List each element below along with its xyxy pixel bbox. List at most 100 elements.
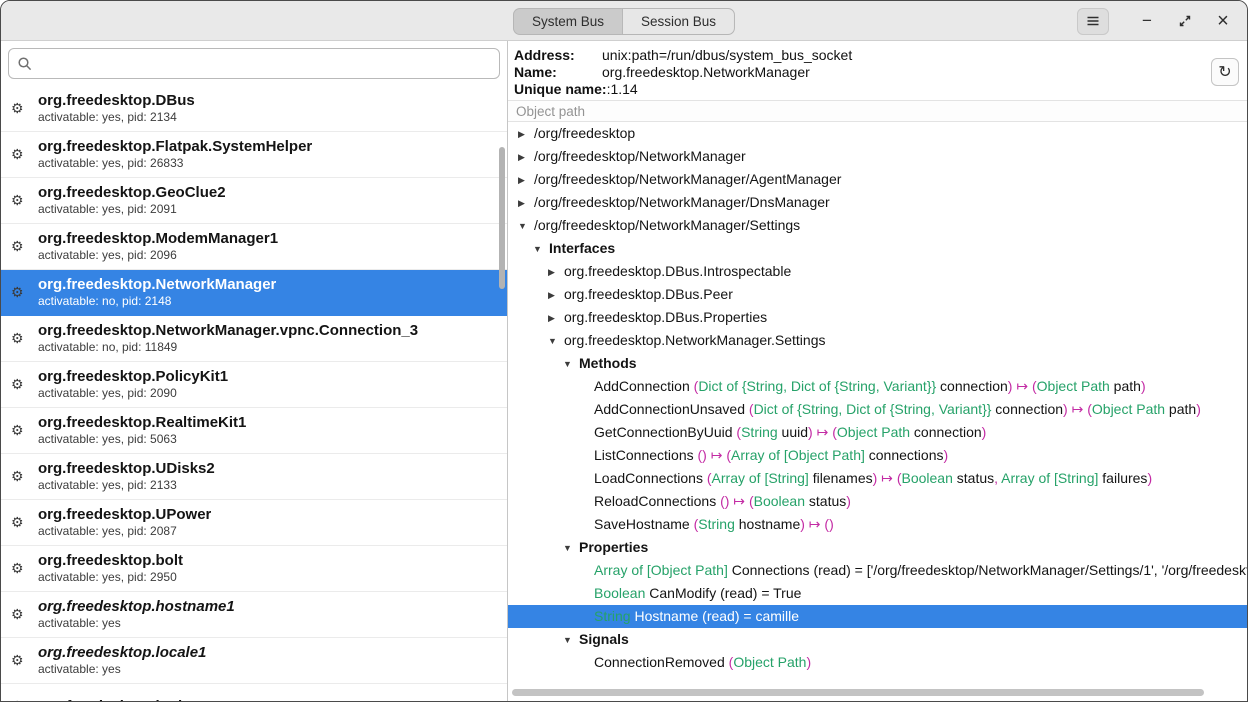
service-gear-icon: ⚙ — [11, 284, 29, 301]
service-item[interactable]: ⚙org.freedesktop.locale1activatable: yes — [1, 638, 507, 684]
tree-row[interactable]: ▶/org/freedesktop/NetworkManager/AgentMa… — [508, 168, 1247, 191]
tree-text-segment: Array of [String] — [712, 470, 809, 486]
expander-down-icon[interactable]: ▼ — [563, 537, 579, 559]
address-row: Address: unix:path=/run/dbus/system_bus_… — [514, 47, 1207, 64]
expander-right-icon[interactable]: ▶ — [548, 284, 564, 306]
tree-row[interactable]: ▶org.freedesktop.DBus.Introspectable — [508, 260, 1247, 283]
tree-text-segment: String — [741, 424, 778, 440]
address-label: Address: — [514, 47, 602, 64]
service-item[interactable]: ⚙org.freedesktop.PolicyKit1activatable: … — [1, 362, 507, 408]
service-item[interactable]: ⚙org.freedesktop.GeoClue2activatable: ye… — [1, 178, 507, 224]
tree-text-segment: ↦ — [707, 447, 727, 463]
tree-row[interactable]: ▼org.freedesktop.NetworkManager.Settings — [508, 329, 1247, 352]
service-item[interactable]: ⚙org.freedesktop.ModemManager1activatabl… — [1, 224, 507, 270]
tree-row[interactable]: Array of [Object Path] Connections (read… — [508, 559, 1247, 582]
expander-down-icon[interactable]: ▼ — [518, 215, 534, 237]
tree-row[interactable]: ▶org.freedesktop.DBus.Peer — [508, 283, 1247, 306]
service-gear-icon: ⚙ — [11, 330, 29, 347]
expander-right-icon[interactable]: ▶ — [518, 169, 534, 191]
tree-row[interactable]: ▼/org/freedesktop/NetworkManager/Setting… — [508, 214, 1247, 237]
tree-row[interactable]: ▶org.freedesktop.DBus.Properties — [508, 306, 1247, 329]
service-item[interactable]: ⚙org.freedesktop.UPoweractivatable: yes,… — [1, 500, 507, 546]
tree-row[interactable]: ConnectionRemoved (Object Path) — [508, 651, 1247, 674]
tree-text-segment: ) — [1147, 470, 1152, 486]
refresh-icon: ↻ — [1218, 62, 1231, 82]
sidebar-scrollbar[interactable] — [499, 147, 505, 289]
expander-right-icon[interactable]: ▶ — [548, 261, 564, 283]
service-gear-icon: ⚙ — [11, 100, 29, 117]
tree-text-segment: SaveHostname — [594, 516, 694, 532]
menu-button[interactable] — [1077, 8, 1109, 35]
tree-row[interactable]: ▼Properties — [508, 536, 1247, 559]
service-name: org.freedesktop.ModemManager1 — [38, 230, 278, 248]
tree-row[interactable]: ListConnections () ↦ (Array of [Object P… — [508, 444, 1247, 467]
tree-row[interactable]: LoadConnections (Array of [String] filen… — [508, 467, 1247, 490]
tree-row[interactable]: AddConnectionUnsaved (Dict of {String, D… — [508, 398, 1247, 421]
tree-text-segment: LoadConnections — [594, 470, 707, 486]
expander-down-icon[interactable]: ▼ — [533, 238, 549, 260]
tree-text-segment: () — [698, 447, 707, 463]
tree-text-segment: ) — [1196, 401, 1201, 417]
service-item[interactable]: ⚙org.freedesktop.Flatpak.SystemHelperact… — [1, 132, 507, 178]
tree-row[interactable]: ▶/org/freedesktop/NetworkManager — [508, 145, 1247, 168]
search-input[interactable] — [39, 55, 491, 73]
detail-panel: Address: unix:path=/run/dbus/system_bus_… — [508, 41, 1247, 701]
tree-text-segment: Boolean — [901, 470, 952, 486]
window-controls: − × — [1077, 1, 1237, 41]
tree-text-segment: /org/freedesktop/NetworkManager/DnsManag… — [534, 194, 830, 210]
tree-row[interactable]: SaveHostname (String hostname) ↦ () — [508, 513, 1247, 536]
expander-right-icon[interactable]: ▶ — [518, 123, 534, 145]
expander-down-icon[interactable]: ▼ — [563, 353, 579, 375]
tree-row[interactable]: ▼Signals — [508, 628, 1247, 651]
service-detail: activatable: yes, pid: 5063 — [38, 432, 246, 447]
maximize-button[interactable] — [1171, 7, 1199, 35]
tree-row[interactable]: ▶/org/freedesktop — [508, 122, 1247, 145]
expander-right-icon[interactable]: ▶ — [518, 146, 534, 168]
tree-row[interactable]: AddConnection (Dict of {String, Dict of … — [508, 375, 1247, 398]
service-detail: activatable: yes, pid: 2950 — [38, 570, 183, 585]
service-item[interactable]: ⚙org.freedesktop.boltactivatable: yes, p… — [1, 546, 507, 592]
tree-row[interactable]: ▼Methods — [508, 352, 1247, 375]
service-item[interactable]: ⚙org.freedesktop.UDisks2activatable: yes… — [1, 454, 507, 500]
tree-text-segment: ↦ — [1012, 378, 1032, 394]
service-item[interactable]: ⚙ org.freedesktop.NetworkManager.vpnc.Con… — [1, 316, 507, 362]
tab-system-bus[interactable]: System Bus — [513, 8, 622, 35]
minimize-button[interactable]: − — [1133, 7, 1161, 35]
tree-row[interactable]: GetConnectionByUuid (String uuid) ↦ (Obj… — [508, 421, 1247, 444]
service-detail: activatable: yes — [38, 616, 235, 631]
tree-text-segment: connection — [936, 378, 1008, 394]
service-item[interactable]: ⚙org.freedesktop.NetworkManageractivatab… — [1, 270, 507, 316]
refresh-button[interactable]: ↻ — [1211, 58, 1239, 86]
tree-row[interactable]: ReloadConnections () ↦ (Boolean status) — [508, 490, 1247, 513]
tree-horizontal-scrollbar[interactable] — [512, 689, 1204, 696]
tree-text-segment: Hostname (read) = camille — [631, 608, 799, 624]
tree-text-segment: uuid — [778, 424, 808, 440]
expander-down-icon[interactable]: ▼ — [563, 629, 579, 651]
tree-text-segment: ↦ — [729, 493, 749, 509]
expander-right-icon[interactable]: ▶ — [518, 192, 534, 214]
service-name: org.freedesktop.NetworkManager.vpnc.Conn… — [38, 322, 418, 340]
service-detail: activatable: yes, pid: 2096 — [38, 248, 278, 263]
service-name: org.freedesktop.RealtimeKit1 — [38, 414, 246, 432]
expander-right-icon[interactable]: ▶ — [548, 307, 564, 329]
service-item[interactable]: ⚙org.freedesktop.login1 — [1, 684, 507, 701]
service-list: ⚙org.freedesktop.DBusactivatable: yes, p… — [1, 86, 507, 701]
service-gear-icon: ⚙ — [11, 560, 29, 577]
sidebar: ⚙org.freedesktop.DBusactivatable: yes, p… — [1, 41, 508, 701]
tab-session-bus[interactable]: Session Bus — [622, 8, 735, 35]
tree-row[interactable]: Boolean CanModify (read) = True — [508, 582, 1247, 605]
tree-row[interactable]: ▶/org/freedesktop/NetworkManager/DnsMana… — [508, 191, 1247, 214]
tree-row[interactable]: ▼Interfaces — [508, 237, 1247, 260]
address-value: unix:path=/run/dbus/system_bus_socket — [602, 47, 852, 64]
service-item[interactable]: ⚙org.freedesktop.RealtimeKit1activatable… — [1, 408, 507, 454]
tree-row[interactable]: String Hostname (read) = camille — [508, 605, 1247, 628]
main-area: ⚙org.freedesktop.DBusactivatable: yes, p… — [1, 41, 1247, 701]
search-box[interactable] — [8, 48, 500, 79]
expander-down-icon[interactable]: ▼ — [548, 330, 564, 352]
service-item[interactable]: ⚙org.freedesktop.hostname1activatable: y… — [1, 592, 507, 638]
tree-text-segment: Object Path — [733, 654, 806, 670]
service-name: org.freedesktop.UPower — [38, 506, 211, 524]
service-item[interactable]: ⚙org.freedesktop.DBusactivatable: yes, p… — [1, 86, 507, 132]
tree-text-segment: String — [698, 516, 735, 532]
close-button[interactable]: × — [1209, 7, 1237, 35]
